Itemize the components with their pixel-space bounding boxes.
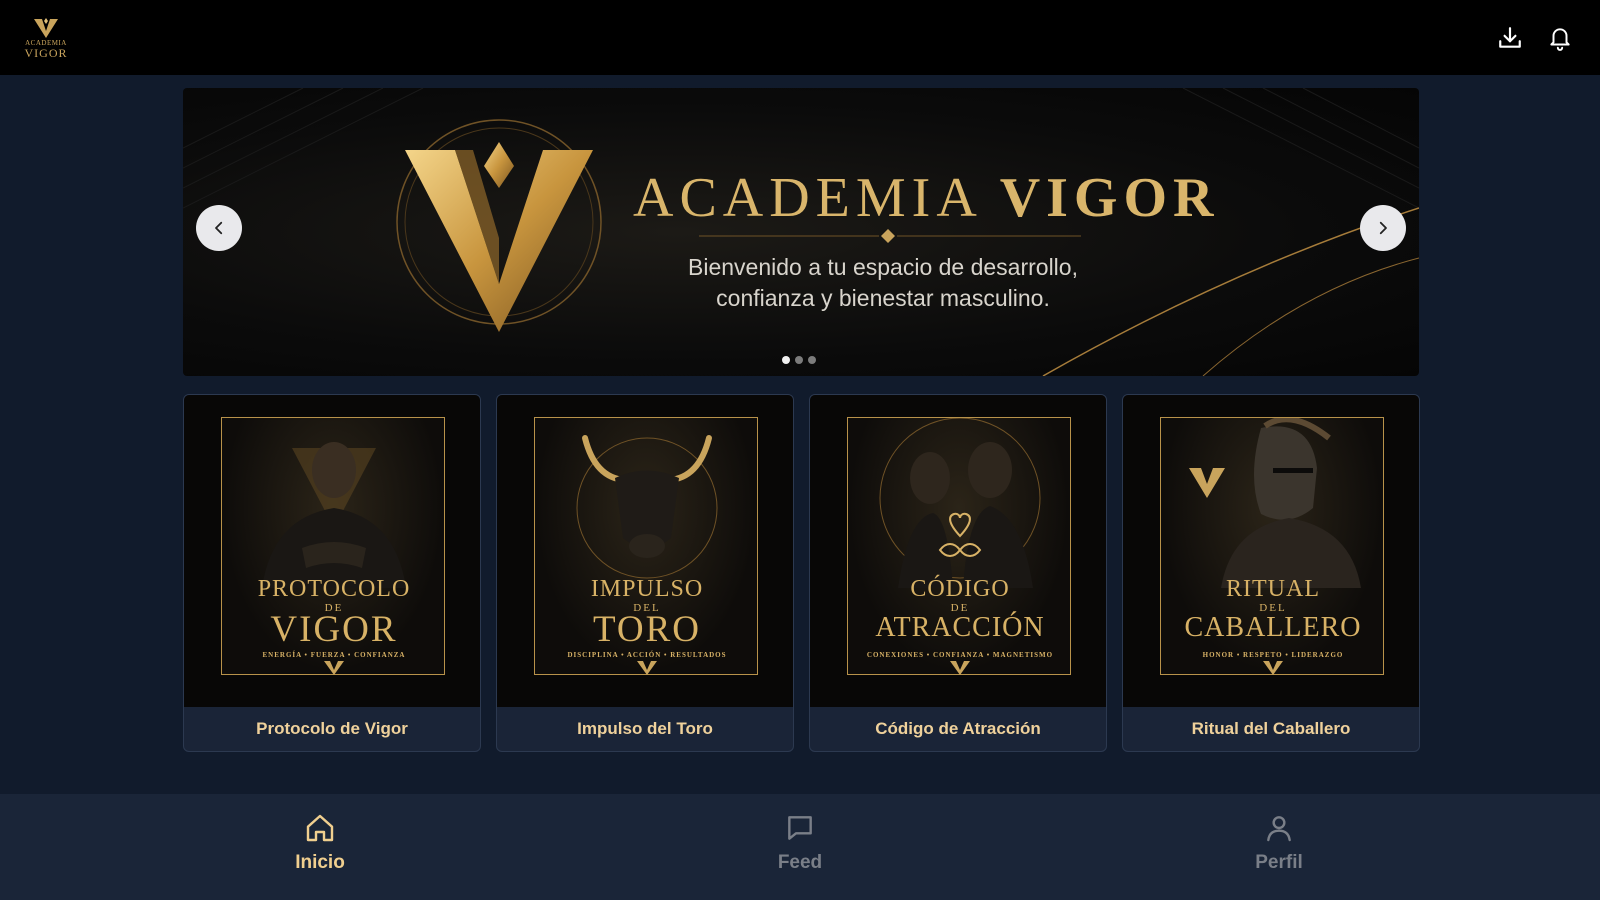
course-card-protocolo-de-vigor[interactable]: PROTOCOLO DE VIGOR ENERGÍA • FUERZA • CO… xyxy=(183,394,481,752)
book-cover: PROTOCOLO DE VIGOR ENERGÍA • FUERZA • CO… xyxy=(221,417,445,675)
cover-tagline: CONEXIONES • CONFIANZA • MAGNETISMO xyxy=(866,651,1054,659)
carousel-dot-3[interactable] xyxy=(808,356,816,364)
course-title: Protocolo de Vigor xyxy=(256,719,408,738)
v-emblem-icon xyxy=(1263,661,1283,675)
cover-title-top: IMPULSO xyxy=(590,576,704,602)
cover-tagline: HONOR • RESPETO • LIDERAZGO xyxy=(1202,651,1344,659)
course-cover-image: CÓDIGO DE ATRACCIÓN CONEXIONES • CONFIAN… xyxy=(810,395,1106,707)
book-cover: RITUAL DEL CABALLERO HONOR • RESPETO • L… xyxy=(1160,417,1384,675)
bell-icon xyxy=(1550,27,1570,51)
bull-illustration xyxy=(576,435,718,579)
top-actions xyxy=(1496,24,1574,52)
man-portrait-illustration xyxy=(262,442,406,588)
hero-title-academia: ACADEMIA xyxy=(633,167,980,229)
hero-subtitle-line2: confianza y bienestar masculino. xyxy=(716,285,1050,311)
nav-label-inicio: Inicio xyxy=(295,852,345,873)
hero-carousel: ACADEMIA VIGOR Bienvenido a tu espacio d… xyxy=(183,88,1419,376)
cover-title-top: RITUAL xyxy=(1226,576,1320,602)
notifications-button[interactable] xyxy=(1546,24,1574,52)
v-emblem-icon xyxy=(637,661,657,675)
course-card-codigo-de-atraccion[interactable]: CÓDIGO DE ATRACCIÓN CONEXIONES • CONFIAN… xyxy=(809,394,1107,752)
cover-title-bottom: CABALLERO xyxy=(1184,612,1362,643)
cover-title-bottom: TORO xyxy=(592,609,702,650)
cover-tagline: ENERGÍA • FUERZA • CONFIANZA xyxy=(262,651,406,659)
course-cover-image: RITUAL DEL CABALLERO HONOR • RESPETO • L… xyxy=(1123,395,1419,707)
knight-illustration xyxy=(1189,418,1361,588)
chevron-left-icon xyxy=(215,221,223,235)
logo-v-icon xyxy=(34,17,58,38)
course-cover-image: PROTOCOLO DE VIGOR ENERGÍA • FUERZA • CO… xyxy=(184,395,480,707)
logo-text-vigor: VIGOR xyxy=(24,45,68,60)
nav-label-perfil: Perfil xyxy=(1255,852,1303,873)
chat-icon xyxy=(788,816,812,840)
nav-label-feed: Feed xyxy=(777,852,823,873)
bottom-navigation: Inicio Feed Perfil xyxy=(0,794,1600,900)
nav-inicio[interactable]: Inicio xyxy=(260,812,380,882)
carousel-prev-button[interactable] xyxy=(196,205,242,251)
course-card-ritual-del-caballero[interactable]: RITUAL DEL CABALLERO HONOR • RESPETO • L… xyxy=(1122,394,1420,752)
v-emblem-icon xyxy=(324,661,344,675)
cover-tagline: DISCIPLINA • ACCIÓN • RESULTADOS xyxy=(567,651,727,659)
carousel-dot-1[interactable] xyxy=(782,356,790,364)
course-card-impulso-del-toro[interactable]: IMPULSO DEL TORO DISCIPLINA • ACCIÓN • R… xyxy=(496,394,794,752)
course-title: Impulso del Toro xyxy=(577,719,713,738)
app-logo[interactable]: ACADEMIA VIGOR xyxy=(22,17,70,59)
carousel-dot-2[interactable] xyxy=(795,356,803,364)
user-icon xyxy=(1267,816,1291,842)
chevron-right-icon xyxy=(1379,221,1387,235)
couple-illustration xyxy=(879,418,1041,588)
hero-title: ACADEMIA VIGOR xyxy=(633,166,1213,230)
hero-subtitle: Bienvenido a tu espacio de desarrollo, c… xyxy=(623,252,1143,314)
download-button[interactable] xyxy=(1496,24,1524,52)
carousel-next-button[interactable] xyxy=(1360,205,1406,251)
carousel-dots xyxy=(782,356,816,364)
home-icon xyxy=(306,814,334,842)
course-cover-image: IMPULSO DEL TORO DISCIPLINA • ACCIÓN • R… xyxy=(497,395,793,707)
nav-perfil[interactable]: Perfil xyxy=(1219,812,1339,882)
nav-feed[interactable]: Feed xyxy=(740,812,860,882)
course-title: Ritual del Caballero xyxy=(1191,719,1351,738)
cover-title-bottom: ATRACCIÓN xyxy=(875,612,1045,643)
hero-decoration xyxy=(183,88,1419,376)
hero-subtitle-line1: Bienvenido a tu espacio de desarrollo, xyxy=(688,254,1078,280)
top-bar: ACADEMIA VIGOR xyxy=(0,0,1600,75)
book-cover: CÓDIGO DE ATRACCIÓN CONEXIONES • CONFIAN… xyxy=(847,417,1071,675)
course-grid: PROTOCOLO DE VIGOR ENERGÍA • FUERZA • CO… xyxy=(183,394,1420,752)
v-emblem-icon xyxy=(950,661,970,675)
cover-title-bottom: VIGOR xyxy=(270,609,398,650)
cover-title-top: CÓDIGO xyxy=(910,576,1010,602)
course-title: Código de Atracción xyxy=(875,719,1041,738)
cover-title-top: PROTOCOLO xyxy=(257,576,411,602)
book-cover: IMPULSO DEL TORO DISCIPLINA • ACCIÓN • R… xyxy=(534,417,758,675)
hero-title-vigor: VIGOR xyxy=(999,167,1220,229)
download-icon xyxy=(1499,26,1521,48)
